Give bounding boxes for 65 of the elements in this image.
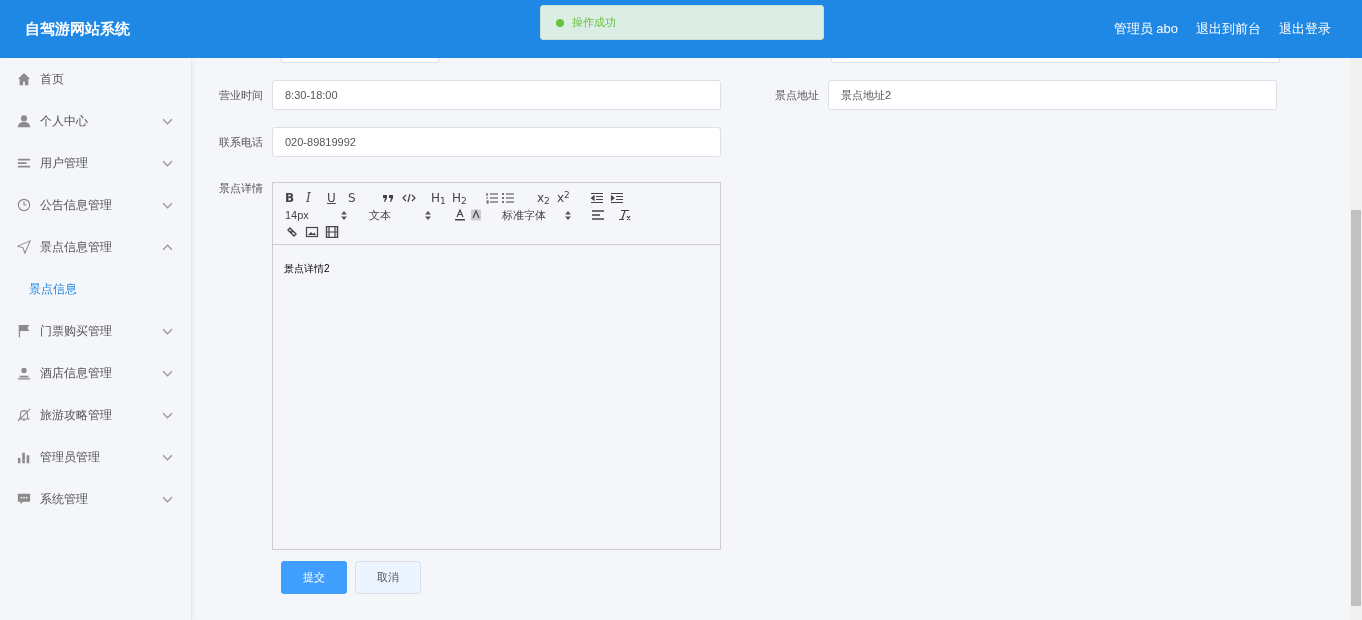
ordered-list-icon[interactable] [485,192,499,204]
person-icon [17,366,31,380]
sort-caret-icon [425,210,431,220]
text-color-icon[interactable] [453,209,467,221]
sidebar-item[interactable]: 旅游攻略管理 [0,394,191,436]
input-field[interactable]: 8:30-18:00 [272,80,721,110]
link-icon[interactable] [285,226,299,238]
toolbar-button[interactable]: x$^{2}$ [557,192,590,204]
sidebar-item[interactable]: 系统管理 [0,478,191,520]
field-label: 景点详情 [218,181,264,196]
toolbar-button[interactable]: I [306,192,327,204]
input-field[interactable]: 020-89819992 [272,127,721,157]
sidebar-item[interactable]: 公告信息管理 [0,184,191,226]
toast-message: 操作成功 [572,15,616,31]
field-label: 营业时间 [218,87,264,103]
sidebar-item[interactable]: 门票购买管理 [0,310,191,352]
code-icon[interactable] [402,192,416,204]
toolbar-button[interactable]: H$_{2}$ [452,192,485,204]
bullet-list-icon[interactable] [501,192,515,204]
image-icon[interactable] [305,226,319,238]
toolbar-select[interactable]: 标准字体 [502,209,571,221]
toolbar-select[interactable]: 14px [285,209,347,221]
chat-icon [17,492,31,506]
sidebar-item[interactable]: 景点信息管理 [0,226,191,268]
scrollbar[interactable] [1350,58,1362,620]
sidebar-item[interactable]: 首页 [0,58,191,100]
rich-text-editor[interactable]: B I U S H$_{1}$ H$_{2}$ x$_{2}$ x$^{2}$ 14px 文本 标准字体 景点详情2 [272,182,721,550]
align-left-icon[interactable] [591,209,605,221]
highlight-icon[interactable] [469,209,483,221]
toolbar-select[interactable]: 文本 [369,209,431,221]
send-icon [17,240,31,254]
sidebar-item[interactable]: 个人中心 [0,100,191,142]
user-icon [17,114,31,128]
sort-caret-icon [341,210,347,220]
field-label: 景点地址 [774,87,820,103]
sort-caret-icon [565,210,571,220]
toolbar-button[interactable]: x$_{2}$ [537,192,557,204]
success-icon [556,18,564,27]
field-label: 联系电话 [218,134,264,150]
quote-icon[interactable] [381,192,395,204]
toolbar-button[interactable]: H$_{1}$ [431,192,452,204]
admin-name: 管理员 abo [1113,20,1178,39]
site-title: 自驾游网站系统 [25,18,130,39]
home-icon [17,72,31,86]
sidebar-item[interactable]: 用户管理 [0,142,191,184]
clock-icon [17,198,31,212]
editor-content: 景点详情2 [284,263,330,274]
sidebar-item[interactable]: 酒店信息管理 [0,352,191,394]
bell-off-icon [17,408,31,422]
toolbar-button[interactable]: U [327,192,348,204]
video-icon[interactable] [325,226,339,238]
input-field[interactable]: 景点地址2 [828,80,1277,110]
submenu-item[interactable]: 景点信息 [0,268,191,310]
outdent-icon[interactable] [590,192,604,204]
flag-icon [17,324,31,338]
cancel-button[interactable]: 取消 [355,561,421,594]
list-icon [17,156,31,170]
bar-chart-icon [17,450,31,464]
sidebar-item[interactable]: 管理员管理 [0,436,191,478]
toolbar-button[interactable]: B [285,192,306,204]
header-link[interactable]: 退出登录 [1279,19,1331,39]
toolbar-button[interactable]: S [348,192,381,204]
clear-format-icon[interactable] [617,209,631,221]
header-link[interactable]: 退出到前台 [1196,19,1261,39]
indent-icon[interactable] [610,192,624,204]
